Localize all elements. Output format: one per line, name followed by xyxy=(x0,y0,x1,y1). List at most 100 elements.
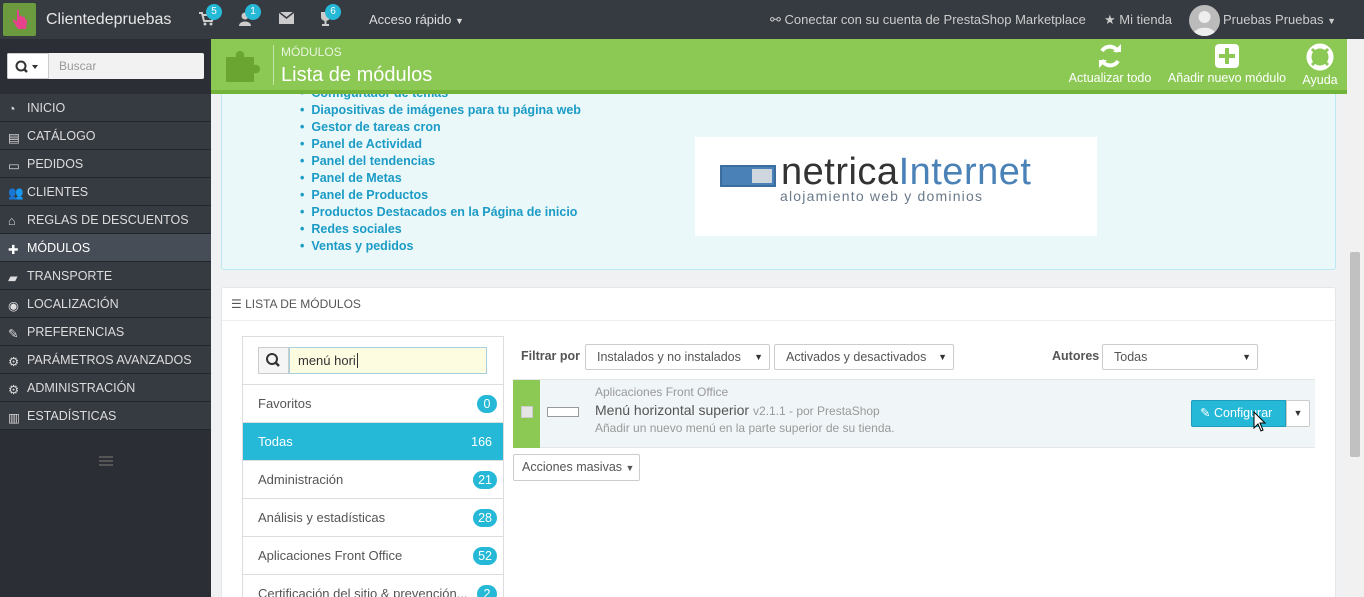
search-type-button[interactable] xyxy=(7,53,49,79)
refresh-all-button[interactable]: Actualizar todo xyxy=(1067,43,1153,85)
page-scrollbar[interactable] xyxy=(1347,39,1364,597)
header-separator xyxy=(273,45,274,85)
page-title: Lista de módulos xyxy=(281,64,433,86)
category-item[interactable]: Favoritos 0 xyxy=(243,385,503,423)
module-link[interactable]: Configurador de temas xyxy=(300,94,581,102)
bar-chart-icon: ▥ xyxy=(8,410,20,425)
sidebar-item-preferencias[interactable]: ✎ PREFERENCIAS xyxy=(0,318,211,346)
search-input[interactable]: Buscar xyxy=(59,59,96,73)
module-link[interactable]: Panel de Actividad xyxy=(300,136,581,153)
module-link[interactable]: Panel de Productos xyxy=(300,187,581,204)
category-label: Análisis y estadísticas xyxy=(258,510,386,525)
sidebar-item-localizacion[interactable]: ◉ LOCALIZACIÓN xyxy=(0,290,211,318)
category-label: Aplicaciones Front Office xyxy=(258,548,403,563)
gear-icon: ⚙ xyxy=(8,382,20,397)
module-link[interactable]: Productos Destacados en la Página de ini… xyxy=(300,204,581,221)
marketplace-link[interactable]: ⚯ Conectar con su cuenta de PrestaShop M… xyxy=(770,12,1086,28)
sidebar-item-pedidos[interactable]: ▭ PEDIDOS xyxy=(0,150,211,178)
search-icon xyxy=(266,353,280,367)
caret-down-icon: ▼ xyxy=(754,352,763,362)
puzzle-icon: ✚ xyxy=(8,242,19,257)
module-link[interactable]: Redes sociales xyxy=(300,221,581,238)
sidebar-item-descuentos[interactable]: ⌂ REGLAS DE DESCUENTOS xyxy=(0,206,211,234)
category-item[interactable]: Certificación del sitio & prevención... 2 xyxy=(243,575,503,597)
sidebar-item-modulos[interactable]: ✚ MÓDULOS xyxy=(0,234,211,262)
caret-down-icon: ▼ xyxy=(1293,408,1303,418)
authors-select[interactable]: Todas ▼ xyxy=(1102,344,1258,370)
sidebar-item-administracion[interactable]: ⚙ ADMINISTRACIÓN xyxy=(0,374,211,402)
sidebar-search: Buscar xyxy=(7,53,204,79)
search-button[interactable] xyxy=(258,347,289,374)
cart-icon[interactable]: 5 xyxy=(199,4,222,28)
category-list: menú hori Favoritos 0 Todas 166 Administra… xyxy=(242,336,504,597)
caret-down-icon: ▼ xyxy=(455,16,464,26)
module-link[interactable]: Panel de Metas xyxy=(300,170,581,187)
my-shop-label: Mi tienda xyxy=(1119,12,1173,27)
info-panel: Configurador de temas Diapositivas de im… xyxy=(221,94,1336,270)
bulk-actions-button[interactable]: Acciones masivas ▼ xyxy=(513,454,640,481)
sidebar-item-label: PEDIDOS xyxy=(27,156,84,171)
panel-heading-label: LISTA DE MÓDULOS xyxy=(245,297,361,311)
customer-icon[interactable]: 1 xyxy=(238,4,261,28)
prestashop-logo[interactable] xyxy=(3,3,36,36)
plus-square-icon xyxy=(1215,44,1239,68)
authors-label: Autores xyxy=(1052,349,1100,363)
envelope-icon[interactable] xyxy=(278,11,297,28)
refresh-icon xyxy=(1099,44,1121,68)
sidebar-item-transporte[interactable]: ▰ TRANSPORTE xyxy=(0,262,211,290)
active-filter-value: Activados y desactivados xyxy=(786,350,927,364)
module-link[interactable]: Ventas y pedidos xyxy=(300,238,581,255)
sidebar-item-catalogo[interactable]: ▤ CATÁLOGO xyxy=(0,122,211,150)
module-checkbox[interactable] xyxy=(521,406,533,418)
configure-dropdown-toggle[interactable]: ▼ xyxy=(1286,400,1310,427)
module-title: Menú horizontal superior xyxy=(595,402,750,418)
help-button[interactable]: Ayuda xyxy=(1300,43,1340,87)
sidebar-item-parametros[interactable]: ⚙ PARÁMETROS AVANZADOS xyxy=(0,346,211,374)
active-filter-select[interactable]: Activados y desactivados ▼ xyxy=(774,344,954,370)
module-name: Menú horizontal superior v2.1.1 - por Pr… xyxy=(595,402,880,418)
my-shop-link[interactable]: ★ Mi tienda xyxy=(1104,12,1172,28)
category-item[interactable]: Administración 21 xyxy=(243,461,503,499)
module-link[interactable]: Gestor de tareas cron xyxy=(300,119,581,136)
help-label: Ayuda xyxy=(1302,73,1338,87)
sidebar-collapse-icon[interactable] xyxy=(99,456,113,468)
authors-value: Todas xyxy=(1114,350,1148,364)
avatar[interactable] xyxy=(1189,5,1220,36)
module-row: Aplicaciones Front Office Menú horizonta… xyxy=(513,379,1315,448)
category-count: 2 xyxy=(477,585,497,597)
sidebar-item-inicio[interactable]: ◔ INICIO xyxy=(0,94,211,122)
netrica-banner[interactable]: netricaInternet alojamiento web y domini… xyxy=(695,137,1097,236)
add-module-button[interactable]: Añadir nuevo módulo xyxy=(1166,43,1288,85)
netrica-brand-a: netrica xyxy=(781,151,899,193)
category-item[interactable]: Todas 166 xyxy=(243,423,503,461)
breadcrumb[interactable]: MÓDULOS xyxy=(281,45,342,59)
caret-down-icon: ▼ xyxy=(1327,16,1336,26)
category-search: menú hori xyxy=(243,337,503,385)
sidebar-item-label: ESTADÍSTICAS xyxy=(27,408,117,423)
sidebar-item-estadisticas[interactable]: ▥ ESTADÍSTICAS xyxy=(0,402,211,430)
panel-heading: ☰ LISTA DE MÓDULOS xyxy=(231,297,361,311)
text-cursor xyxy=(356,353,358,368)
quick-access-dropdown[interactable]: Acceso rápido ▼ xyxy=(369,12,464,27)
module-link[interactable]: Panel del tendencias xyxy=(300,153,581,170)
trophy-icon[interactable]: 6 xyxy=(318,4,341,28)
shop-name[interactable]: Clientedepruebas xyxy=(46,11,171,29)
configure-button[interactable]: ✎ Configurar xyxy=(1191,400,1286,427)
category-item[interactable]: Análisis y estadísticas 28 xyxy=(243,499,503,537)
customers-badge: 1 xyxy=(245,4,261,20)
divider xyxy=(222,320,1335,321)
wrench-icon: ✎ xyxy=(1200,406,1211,420)
sidebar-item-clientes[interactable]: 👥 CLIENTES xyxy=(0,178,211,206)
module-search-input[interactable]: menú hori xyxy=(289,347,487,374)
puzzle-icon xyxy=(224,45,266,86)
module-search-value: menú hori xyxy=(298,353,356,368)
category-count: 28 xyxy=(473,509,497,527)
dashboard-icon: ◔ xyxy=(8,101,16,116)
scrollbar-thumb[interactable] xyxy=(1350,252,1360,457)
user-menu[interactable]: Pruebas Pruebas ▼ xyxy=(1223,12,1336,27)
sidebar-item-label: MÓDULOS xyxy=(27,240,91,255)
user-name: Pruebas Pruebas xyxy=(1223,12,1324,27)
install-filter-select[interactable]: Instalados y no instalados ▼ xyxy=(585,344,770,370)
module-link[interactable]: Diapositivas de imágenes para tu página … xyxy=(300,102,581,119)
category-item[interactable]: Aplicaciones Front Office 52 xyxy=(243,537,503,575)
